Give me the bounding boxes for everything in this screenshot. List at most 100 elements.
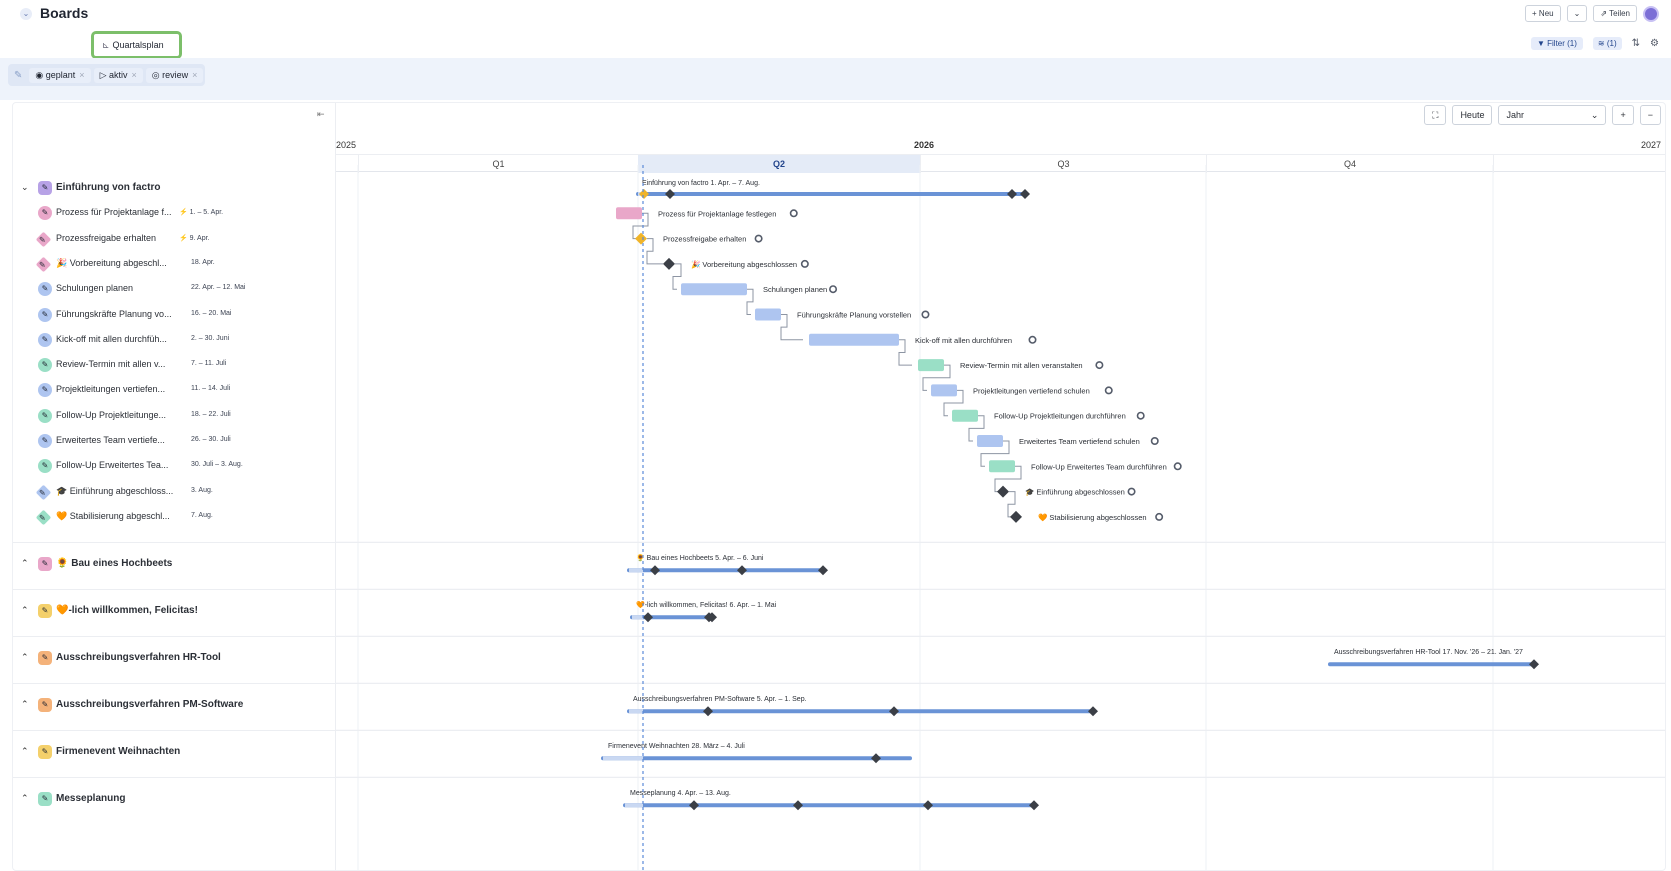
task-bar[interactable] <box>755 308 781 321</box>
remove-filter-icon[interactable]: × <box>192 70 197 80</box>
pencil-icon[interactable]: ✎ <box>38 434 52 448</box>
chevron-down-icon[interactable]: ⌄ <box>21 182 29 193</box>
task-bar[interactable] <box>977 435 1003 447</box>
milestone-marker[interactable] <box>650 565 660 576</box>
pencil-icon[interactable]: ✎ <box>38 181 52 195</box>
chevron-up-icon[interactable]: ⌃ <box>21 746 29 757</box>
status-circle-icon[interactable] <box>1104 386 1113 395</box>
task-bar[interactable] <box>616 207 642 220</box>
pencil-icon[interactable]: ✎ <box>35 231 52 247</box>
milestone-marker[interactable] <box>635 232 647 245</box>
task-row[interactable]: ✎ Kick-off mit allen durchfüh... 2. – 30. … <box>13 328 336 353</box>
pencil-icon[interactable]: ✎ <box>38 332 52 347</box>
filter-pill-aktiv[interactable]: ▷ aktiv × <box>93 67 143 83</box>
filter-button[interactable]: ▼ Filter (1) <box>1530 37 1583 50</box>
group-row[interactable]: ⌃ ✎ Firmenevent Weihnachten <box>13 740 336 765</box>
sort-icon[interactable]: ⇅ <box>1632 38 1640 49</box>
status-circle-icon[interactable] <box>754 234 763 243</box>
group-row[interactable]: ⌃ ✎ Ausschreibungsverfahren HR-Tool <box>13 646 336 671</box>
remove-filter-icon[interactable]: × <box>132 70 137 80</box>
task-bar[interactable] <box>952 409 978 422</box>
task-row[interactable]: ✎ Follow-Up Erweitertes Tea... 30. Juli – … <box>13 454 336 479</box>
zoom-out-button[interactable]: − <box>1639 105 1661 125</box>
pencil-icon[interactable]: ✎ <box>35 509 52 526</box>
pencil-icon[interactable]: ✎ <box>38 282 52 297</box>
milestone-marker[interactable] <box>1088 706 1098 717</box>
filter-pill-review[interactable]: ◎ review × <box>145 67 204 83</box>
share-button[interactable]: ⇗ Teilen <box>1593 5 1637 22</box>
task-row[interactable]: ✎ 🎉 Vorbereitung abgeschl... 18. Apr. <box>13 252 336 277</box>
status-circle-icon[interactable] <box>829 285 838 294</box>
milestone-marker[interactable] <box>689 800 699 811</box>
today-button[interactable]: Heute <box>1452 105 1493 125</box>
pencil-icon[interactable]: ✎ <box>38 358 52 373</box>
pencil-icon[interactable]: ✎ <box>38 604 52 619</box>
status-circle-icon[interactable] <box>1028 335 1037 344</box>
status-circle-icon[interactable] <box>789 209 798 218</box>
milestone-marker[interactable] <box>1020 189 1030 199</box>
milestone-marker[interactable] <box>889 706 899 717</box>
group-row[interactable]: ⌃ ✎ 🌻 Bau eines Hochbeets <box>13 552 336 577</box>
task-bar[interactable] <box>681 283 747 296</box>
group-row[interactable]: ⌃ ✎ Ausschreibungsverfahren PM-Software <box>13 693 336 718</box>
milestone-marker[interactable] <box>1010 510 1022 523</box>
remove-filter-icon[interactable]: × <box>79 70 84 80</box>
pencil-icon[interactable]: ✎ <box>38 792 52 807</box>
status-circle-icon[interactable] <box>1095 361 1104 370</box>
collapse-sidebar-icon[interactable]: ⇤ <box>317 109 325 120</box>
pencil-icon[interactable]: ✎ <box>38 459 52 474</box>
task-row[interactable]: ✎ Führungskräfte Planung vo... 16. – 20. M… <box>13 303 336 328</box>
filter-pill-geplant[interactable]: ◉ geplant × <box>29 67 91 83</box>
task-row[interactable]: ✎ Prozess für Projektanlage f... ⚡ 1. – 5.… <box>13 201 336 226</box>
task-row[interactable]: ✎ Review-Termin mit allen v... 7. – 11. Ju… <box>13 353 336 378</box>
group-row[interactable]: ⌄ ✎ Einführung von factro <box>13 176 336 201</box>
pencil-icon[interactable]: ✎ <box>38 651 52 666</box>
task-bar[interactable] <box>918 359 944 372</box>
pencil-icon[interactable]: ✎ <box>38 698 52 713</box>
status-circle-icon[interactable] <box>1127 487 1136 496</box>
milestone-marker[interactable] <box>703 706 713 717</box>
status-circle-icon[interactable] <box>1136 411 1145 420</box>
milestone-marker[interactable] <box>1007 189 1017 199</box>
new-dropdown-chevron-icon[interactable]: ⌄ <box>1566 5 1588 22</box>
settings-gear-icon[interactable]: ⚙ <box>1650 38 1659 49</box>
pencil-icon[interactable]: ✎ <box>38 307 52 322</box>
group-row[interactable]: ⌃ ✎ Messeplanung <box>13 787 336 812</box>
chevron-up-icon[interactable]: ⌃ <box>21 652 29 663</box>
pencil-icon[interactable]: ✎ <box>38 745 52 760</box>
chevron-up-icon[interactable]: ⌃ <box>21 605 29 616</box>
milestone-marker[interactable] <box>1029 800 1039 811</box>
milestone-marker[interactable] <box>997 485 1009 498</box>
collapse-chevron-icon[interactable]: ⌄ <box>20 8 32 20</box>
group-row[interactable]: ⌃ ✎ 🧡-lich willkommen, Felicitas! <box>13 599 336 624</box>
status-circle-icon[interactable] <box>1150 436 1159 445</box>
status-circle-icon[interactable] <box>1173 462 1182 471</box>
milestone-marker[interactable] <box>923 800 933 811</box>
task-bar[interactable] <box>809 333 899 346</box>
layers-button[interactable]: ≋ (1) <box>1592 37 1622 50</box>
task-row[interactable]: ✎ 🧡 Stabilisierung abgeschl... 7. Aug. <box>13 505 336 530</box>
zoom-select[interactable]: Jahr ⌄ <box>1498 105 1607 125</box>
task-row[interactable]: ✎ Prozessfreigabe erhalten ⚡ 9. Apr. <box>13 227 336 252</box>
pencil-icon[interactable]: ✎ <box>38 383 52 398</box>
new-button[interactable]: + Neu <box>1525 5 1561 22</box>
chevron-up-icon[interactable]: ⌃ <box>21 699 29 710</box>
pencil-icon[interactable]: ✎ <box>38 206 52 221</box>
fullscreen-icon[interactable]: ⛶ <box>1424 105 1447 125</box>
milestone-marker[interactable] <box>643 612 653 623</box>
edit-filter-pencil-icon[interactable]: ✎ <box>10 70 26 81</box>
status-circle-icon[interactable] <box>800 259 809 268</box>
milestone-marker[interactable] <box>793 800 803 811</box>
milestone-marker[interactable] <box>1529 659 1539 670</box>
task-row[interactable]: ✎ Erweitertes Team vertiefe... 26. – 30. J… <box>13 429 336 454</box>
pencil-icon[interactable]: ✎ <box>35 484 52 500</box>
milestone-marker[interactable] <box>871 753 881 764</box>
task-bar[interactable] <box>989 460 1015 473</box>
milestone-marker[interactable] <box>663 257 675 270</box>
milestone-marker[interactable] <box>665 189 675 199</box>
user-avatar[interactable] <box>1643 5 1659 22</box>
status-circle-icon[interactable] <box>1155 512 1164 521</box>
chevron-up-icon[interactable]: ⌃ <box>21 793 29 804</box>
pencil-icon[interactable]: ✎ <box>38 408 52 423</box>
task-row[interactable]: ✎ Follow-Up Projektleitunge... 18. – 22. J… <box>13 404 336 429</box>
